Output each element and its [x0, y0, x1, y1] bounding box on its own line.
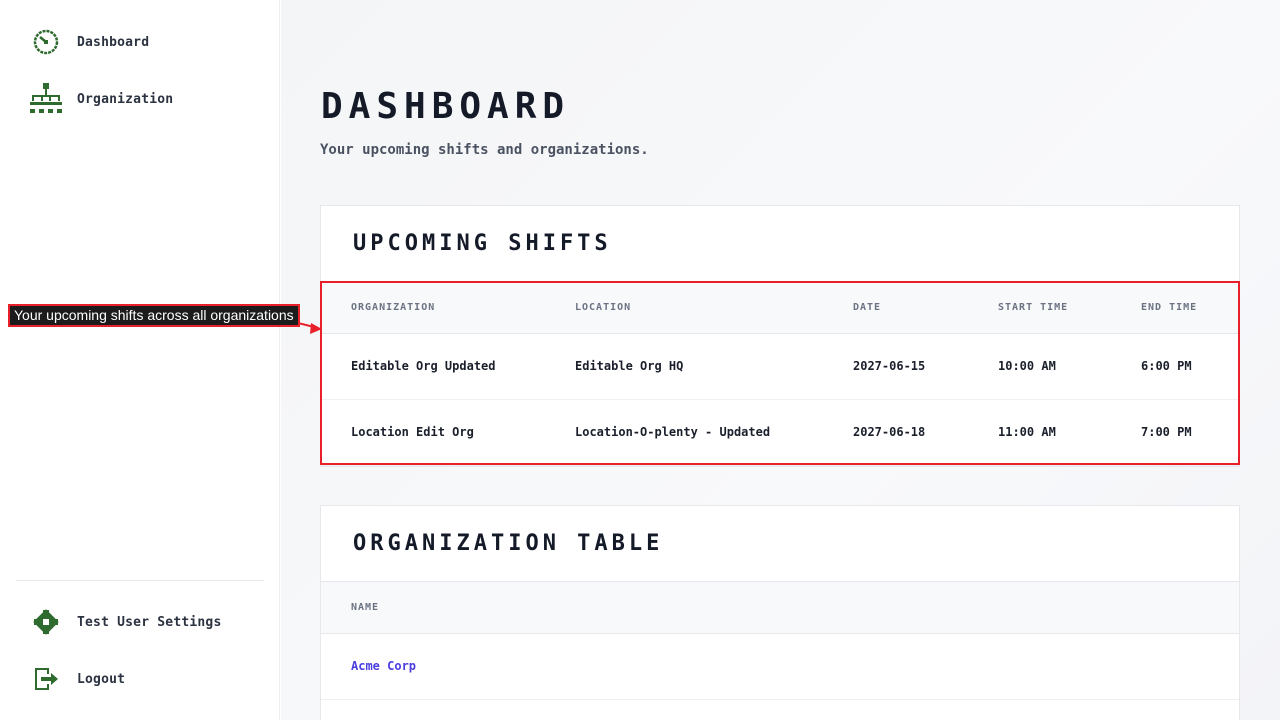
table-row[interactable]: Editable Org Updated Editable Org HQ 202…	[321, 333, 1239, 400]
organization-link[interactable]: Acme Corp	[351, 659, 416, 673]
column-header-location: LOCATION	[575, 282, 853, 334]
column-header-date: DATE	[853, 282, 998, 334]
shift-location: Editable Org HQ	[575, 333, 853, 400]
shift-end-time: 7:00 PM	[1141, 399, 1239, 466]
sidebar: Dashboard Organization Test User Setting…	[0, 0, 280, 720]
shift-organization: Location Edit Org	[321, 399, 575, 466]
nav-settings[interactable]: Test User Settings	[28, 604, 221, 640]
shift-start-time: 10:00 AM	[998, 333, 1141, 400]
organization-table-title: ORGANIZATION TABLE	[321, 506, 1239, 582]
dashboard-gauge-icon	[28, 24, 64, 60]
upcoming-shifts-table: ORGANIZATION LOCATION DATE START TIME EN…	[321, 282, 1239, 466]
sidebar-divider	[16, 580, 264, 581]
nav-settings-label: Test User Settings	[77, 614, 222, 630]
shift-date: 2027-06-15	[853, 333, 998, 400]
nav-organization[interactable]: Organization	[28, 81, 173, 117]
column-header-name: NAME	[321, 582, 1239, 634]
table-row[interactable]: Acme Corp	[321, 633, 1239, 700]
shift-organization: Editable Org Updated	[321, 333, 575, 400]
shift-end-time: 6:00 PM	[1141, 333, 1239, 400]
page-subtitle: Your upcoming shifts and organizations.	[320, 142, 649, 158]
annotation-callout: Your upcoming shifts across all organiza…	[8, 304, 300, 327]
table-header-row: NAME	[321, 582, 1239, 634]
upcoming-shifts-card: UPCOMING SHIFTS ORGANIZATION LOCATION DA…	[320, 205, 1240, 467]
column-header-end-time: END TIME	[1141, 282, 1239, 334]
page-title: DASHBOARD	[321, 86, 571, 127]
shift-start-time: 11:00 AM	[998, 399, 1141, 466]
organization-name-cell: Acme Corp	[321, 633, 1239, 700]
shift-location: Location-O-plenty - Updated	[575, 399, 853, 466]
column-header-organization: ORGANIZATION	[321, 282, 575, 334]
nav-organization-label: Organization	[77, 91, 174, 107]
logout-icon	[28, 661, 64, 697]
main-content: DASHBOARD Your upcoming shifts and organ…	[281, 0, 1280, 720]
nav-logout[interactable]: Logout	[28, 661, 125, 697]
column-header-start-time: START TIME	[998, 282, 1141, 334]
nav-logout-label: Logout	[77, 671, 126, 687]
table-row[interactable]: Location Edit Org Location-O-plenty - Up…	[321, 399, 1239, 466]
organization-table: NAME Acme Corp	[321, 582, 1239, 700]
org-chart-icon	[28, 81, 64, 117]
gear-icon	[28, 604, 64, 640]
shift-date: 2027-06-18	[853, 399, 998, 466]
nav-dashboard[interactable]: Dashboard	[28, 24, 149, 60]
table-header-row: ORGANIZATION LOCATION DATE START TIME EN…	[321, 282, 1239, 334]
upcoming-shifts-title: UPCOMING SHIFTS	[321, 206, 1239, 282]
organization-table-card: ORGANIZATION TABLE NAME Acme Corp	[320, 505, 1240, 720]
nav-dashboard-label: Dashboard	[77, 34, 150, 50]
